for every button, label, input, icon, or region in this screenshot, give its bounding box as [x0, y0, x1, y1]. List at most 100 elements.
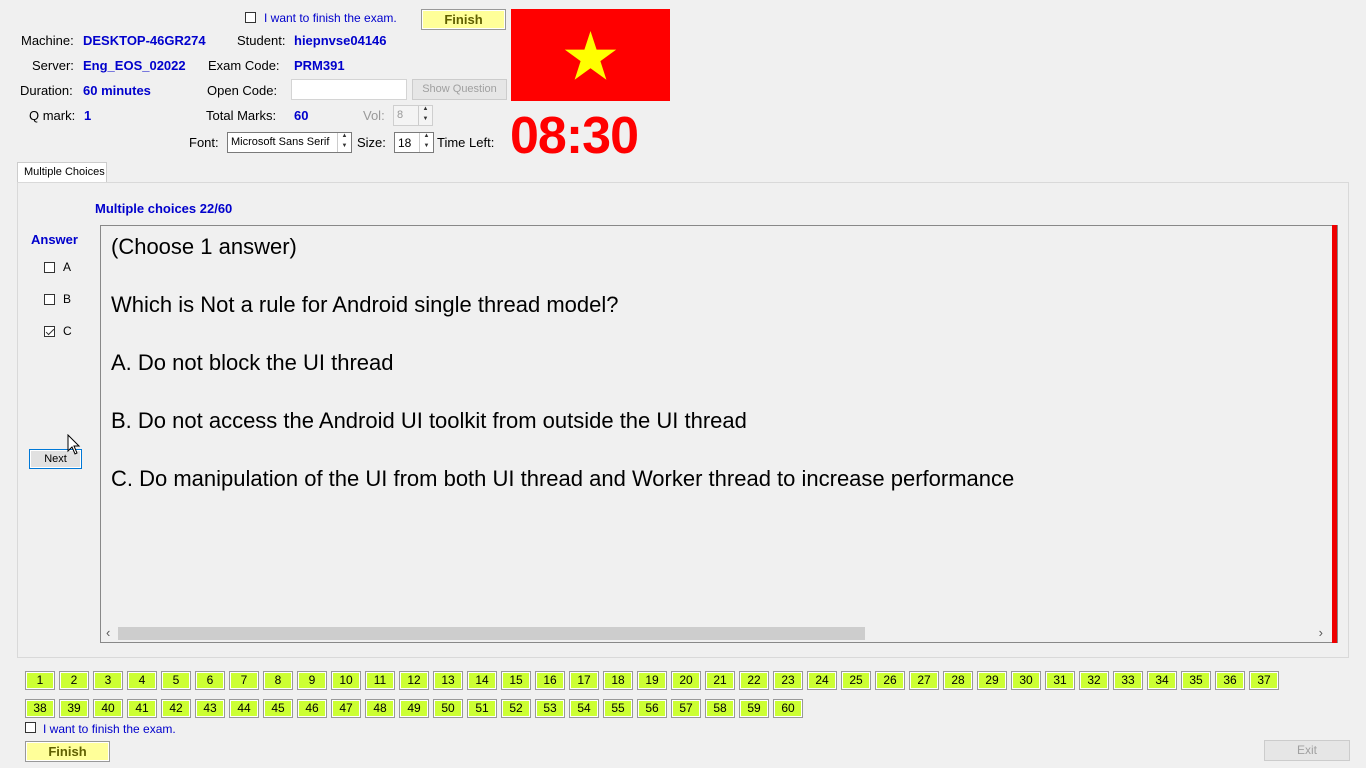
question-number-button[interactable]: 51: [467, 699, 497, 718]
answer-label: Answer: [31, 232, 78, 247]
question-number-button[interactable]: 50: [433, 699, 463, 718]
horizontal-scrollbar[interactable]: ‹ ›: [101, 625, 1331, 642]
question-number-button[interactable]: 7: [229, 671, 259, 690]
question-line-stem: Which is Not a rule for Android single t…: [111, 292, 619, 317]
exam-code-label: Exam Code:: [208, 58, 280, 73]
answer-letter-c: C: [63, 324, 72, 338]
question-number-button[interactable]: 17: [569, 671, 599, 690]
star-icon: [564, 31, 617, 80]
font-selector[interactable]: Microsoft Sans Serif ▲ ▼: [227, 132, 352, 153]
question-number-button[interactable]: 41: [127, 699, 157, 718]
question-number-button[interactable]: 48: [365, 699, 395, 718]
question-number-button[interactable]: 21: [705, 671, 735, 690]
question-number-button[interactable]: 42: [161, 699, 191, 718]
question-number-button[interactable]: 44: [229, 699, 259, 718]
question-number-button[interactable]: 33: [1113, 671, 1143, 690]
question-number-button[interactable]: 14: [467, 671, 497, 690]
scroll-right-icon[interactable]: ›: [1319, 625, 1323, 640]
finish-button-bottom[interactable]: Finish: [25, 741, 110, 762]
server-value: Eng_EOS_02022: [83, 58, 186, 73]
vietnam-flag: [511, 9, 670, 101]
size-stepper-arrows[interactable]: ▲ ▼: [419, 133, 433, 152]
tab-multiple-choices[interactable]: Multiple Choices: [17, 162, 107, 183]
question-number-button[interactable]: 12: [399, 671, 429, 690]
question-option-c: C. Do manipulation of the UI from both U…: [111, 466, 1015, 491]
exit-button[interactable]: Exit: [1264, 740, 1350, 761]
answer-letter-b: B: [63, 292, 72, 306]
question-number-button[interactable]: 31: [1045, 671, 1075, 690]
question-number-button[interactable]: 43: [195, 699, 225, 718]
question-number-button[interactable]: 53: [535, 699, 565, 718]
tab-label: Multiple Choices: [24, 166, 105, 178]
question-number-button[interactable]: 32: [1079, 671, 1109, 690]
question-number-button[interactable]: 2: [59, 671, 89, 690]
question-number-button[interactable]: 22: [739, 671, 769, 690]
question-number-button[interactable]: 57: [671, 699, 701, 718]
question-number-button[interactable]: 55: [603, 699, 633, 718]
question-number-button[interactable]: 6: [195, 671, 225, 690]
finish-button-top[interactable]: Finish: [421, 9, 506, 30]
open-code-input[interactable]: [291, 79, 407, 100]
q-mark-label: Q mark:: [29, 108, 76, 123]
question-number-button[interactable]: 30: [1011, 671, 1041, 690]
duration-value: 60 minutes: [83, 83, 151, 98]
question-number-button[interactable]: 59: [739, 699, 769, 718]
question-number-button[interactable]: 54: [569, 699, 599, 718]
finish-exam-checkbox-bottom[interactable]: [25, 722, 36, 733]
answer-checkbox-c[interactable]: [44, 326, 55, 337]
question-number-button[interactable]: 18: [603, 671, 633, 690]
question-number-button[interactable]: 19: [637, 671, 667, 690]
show-question-button[interactable]: Show Question: [412, 79, 507, 100]
question-number-button[interactable]: 13: [433, 671, 463, 690]
question-number-button[interactable]: 20: [671, 671, 701, 690]
scroll-left-icon[interactable]: ‹: [106, 625, 110, 640]
answer-checkbox-a[interactable]: [44, 262, 55, 273]
question-number-button[interactable]: 46: [297, 699, 327, 718]
question-number-button[interactable]: 8: [263, 671, 293, 690]
question-number-button[interactable]: 11: [365, 671, 395, 690]
question-number-button[interactable]: 25: [841, 671, 871, 690]
question-number-button[interactable]: 27: [909, 671, 939, 690]
question-number-button[interactable]: 9: [297, 671, 327, 690]
question-number-button[interactable]: 47: [331, 699, 361, 718]
open-code-label: Open Code:: [207, 83, 278, 98]
question-number-button[interactable]: 40: [93, 699, 123, 718]
question-number-button[interactable]: 10: [331, 671, 361, 690]
question-number-button[interactable]: 39: [59, 699, 89, 718]
vol-stepper[interactable]: 8 ▲ ▼: [393, 105, 433, 126]
question-number-button[interactable]: 3: [93, 671, 123, 690]
question-number-button[interactable]: 26: [875, 671, 905, 690]
question-number-button[interactable]: 4: [127, 671, 157, 690]
question-number-button[interactable]: 36: [1215, 671, 1245, 690]
question-number-button[interactable]: 60: [773, 699, 803, 718]
question-number-button[interactable]: 58: [705, 699, 735, 718]
question-number-button[interactable]: 38: [25, 699, 55, 718]
question-number-button[interactable]: 35: [1181, 671, 1211, 690]
size-stepper[interactable]: 18 ▲ ▼: [394, 132, 434, 153]
finish-exam-label-bottom: I want to finish the exam.: [43, 722, 176, 736]
question-number-button[interactable]: 28: [943, 671, 973, 690]
question-number-button[interactable]: 23: [773, 671, 803, 690]
question-number-button[interactable]: 5: [161, 671, 191, 690]
question-number-button[interactable]: 49: [399, 699, 429, 718]
question-number-button[interactable]: 45: [263, 699, 293, 718]
total-marks-value: 60: [294, 108, 309, 123]
scrollbar-thumb[interactable]: [118, 627, 865, 640]
question-number-button[interactable]: 29: [977, 671, 1007, 690]
finish-exam-checkbox-top[interactable]: [245, 12, 256, 23]
machine-label: Machine:: [21, 33, 74, 48]
question-number-button[interactable]: 56: [637, 699, 667, 718]
vol-stepper-arrows[interactable]: ▲ ▼: [418, 106, 432, 125]
question-number-button[interactable]: 37: [1249, 671, 1279, 690]
answer-checkbox-b[interactable]: [44, 294, 55, 305]
question-number-button[interactable]: 1: [25, 671, 55, 690]
duration-label: Duration:: [20, 83, 73, 98]
question-number-button[interactable]: 15: [501, 671, 531, 690]
question-number-button[interactable]: 24: [807, 671, 837, 690]
question-number-button[interactable]: 16: [535, 671, 565, 690]
question-number-button[interactable]: 34: [1147, 671, 1177, 690]
font-selector-arrows[interactable]: ▲ ▼: [337, 133, 351, 152]
time-left-label: Time Left:: [437, 135, 495, 150]
question-number-button[interactable]: 52: [501, 699, 531, 718]
answer-letter-a: A: [63, 260, 72, 274]
